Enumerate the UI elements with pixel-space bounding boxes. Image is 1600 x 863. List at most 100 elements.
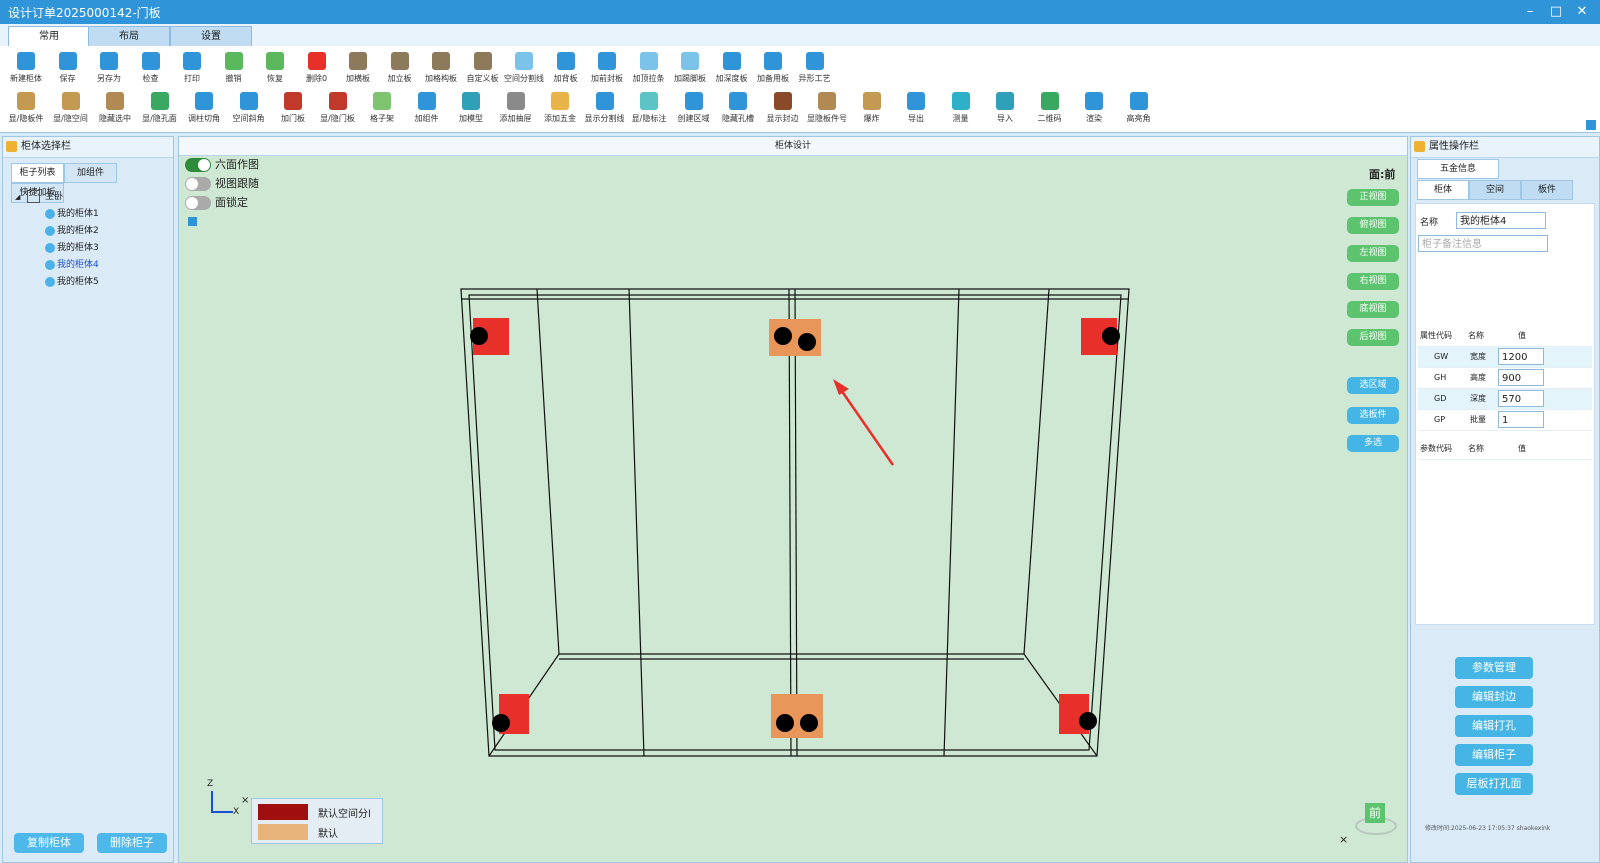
view-tool-button[interactable]: 加组件 [405,88,449,128]
view-tool-button[interactable]: 调柱切角 [182,88,226,128]
view-tool-button[interactable]: 测量 [939,88,983,128]
cabinet-name-field[interactable]: 我的柜体4 [1456,212,1546,229]
tool-label: 新建柜体 [10,74,42,83]
view-tool-button[interactable]: 加模型 [449,88,493,128]
width-field[interactable]: 1200 [1498,348,1544,365]
legend-swatch [258,804,308,820]
view-tool-icon [239,92,258,110]
view-tool-button[interactable]: 爆炸 [850,88,894,128]
view-tool-button[interactable]: 空间斜角 [227,88,271,128]
view-tool-button[interactable]: 显/隐标注 [627,88,671,128]
cabinet-wireframe[interactable] [179,137,1407,862]
ribbon-tool-button[interactable]: 恢复 [253,48,297,88]
maximize-button[interactable]: □ [1544,2,1568,22]
tab-layout[interactable]: 布局 [88,26,170,47]
tab-settings[interactable]: 设置 [170,26,252,47]
view-tool-button[interactable]: 显示封边 [761,88,805,128]
tab-board[interactable]: 板件 [1521,180,1573,200]
tab-space[interactable]: 空间 [1469,180,1521,200]
view-tool-button[interactable]: 添加抽屉 [494,88,538,128]
view-compass[interactable]: 前 [1355,799,1397,835]
tree-item-cabinet[interactable]: 我的柜体2 [15,223,165,240]
view-tool-button[interactable]: 显/隐孔面 [138,88,182,128]
ribbon-tool-button[interactable]: 删除0 [295,48,339,88]
minimize-button[interactable]: – [1518,2,1542,22]
view-tool-button[interactable]: 显示分割线 [583,88,627,128]
table-row[interactable]: GH 高度 900 [1418,368,1592,389]
ribbon-tool-button[interactable]: 保存 [46,48,90,88]
view-tool-button[interactable]: 加门板 [271,88,315,128]
tree-item-cabinet[interactable]: 我的柜体1 [15,206,165,223]
ribbon-tool-button[interactable]: 加顶拉条 [627,48,671,88]
shelf-drill-face-button[interactable]: 层板打孔面 [1455,773,1533,795]
table-row[interactable]: GP 批量 1 [1418,410,1592,431]
edit-cabinet-button[interactable]: 编辑柜子 [1455,744,1533,766]
tree-item-cabinet-selected[interactable]: 我的柜体4 [15,257,165,274]
ribbon-tool-button[interactable]: 加格构板 [419,48,463,88]
param-manage-button[interactable]: 参数管理 [1455,657,1533,679]
close-button[interactable]: ✕ [1570,2,1594,22]
close-icon[interactable]: × [241,795,249,806]
depth-field[interactable]: 570 [1498,390,1544,407]
subtab-add-component[interactable]: 加组件 [64,163,117,183]
view-tool-icon [150,92,169,110]
layout-grid-icon[interactable] [1586,120,1596,130]
view-tool-button[interactable]: 创建区域 [672,88,716,128]
edit-edge-button[interactable]: 编辑封边 [1455,686,1533,708]
ribbon-tool-button[interactable]: 自定义板 [461,48,505,88]
ribbon-tool-button[interactable]: 另存为 [87,48,131,88]
delete-cabinet-button[interactable]: 删除柜子 [97,833,167,853]
view-tool-button[interactable]: 格子架 [360,88,404,128]
view-tool-button[interactable]: 二维码 [1028,88,1072,128]
compass-face[interactable]: 前 [1365,803,1385,823]
edit-drill-button[interactable]: 编辑打孔 [1455,715,1533,737]
tab-cabinet[interactable]: 柜体 [1417,180,1469,200]
ribbon-tool-button[interactable]: 加立板 [378,48,422,88]
ribbon-tool-button[interactable]: 加横板 [336,48,380,88]
view-tool-button[interactable]: 显/隐空间 [49,88,93,128]
copy-cabinet-button[interactable]: 复制柜体 [14,833,84,853]
ribbon-tool-button[interactable]: 加背板 [544,48,588,88]
ribbon-tool-button[interactable]: 新建柜体 [4,48,48,88]
table-row[interactable]: GW 宽度 1200 [1418,347,1592,368]
view-tool-button[interactable]: 导入 [983,88,1027,128]
attribute-table: 属性代码 名称 值 GW 宽度 1200 GH 高度 900 GD 深度 570… [1418,326,1592,460]
close-icon[interactable]: × [1339,833,1348,846]
name-label: 名称 [1420,218,1439,228]
ribbon-tool-button[interactable]: 空间分割线 [502,48,546,88]
table-row[interactable]: GD 深度 570 [1418,389,1592,410]
tree-item-cabinet[interactable]: 我的柜体3 [15,240,165,257]
tool-label: 导入 [997,114,1013,123]
ribbon-tool-button[interactable]: 加踢脚板 [668,48,712,88]
tool-label: 另存为 [97,74,121,83]
ribbon-tool-button[interactable]: 检查 [129,48,173,88]
view-tool-button[interactable]: 隐藏孔槽 [716,88,760,128]
ribbon-tool-button[interactable]: 打印 [170,48,214,88]
view-tool-button[interactable]: 显/隐门板 [316,88,360,128]
cabinet-icon [45,242,55,253]
tab-hardware-info[interactable]: 五金信息 [1417,159,1499,179]
subtab-cabinet-list[interactable]: 柜子列表 [11,163,64,183]
tree-root[interactable]: ◢ 主卧 [15,189,165,206]
tool-label: 加踢脚板 [674,74,706,83]
view-tool-button[interactable]: 渲染 [1072,88,1116,128]
collapse-icon[interactable]: ◢ [15,193,20,201]
tab-common[interactable]: 常用 [8,26,90,47]
height-field[interactable]: 900 [1498,369,1544,386]
ribbon-tool-button[interactable]: 加深度板 [710,48,754,88]
view-tool-button[interactable]: 导出 [894,88,938,128]
tree-item-cabinet[interactable]: 我的柜体5 [15,274,165,291]
view-tool-button[interactable]: 隐藏选中 [93,88,137,128]
batch-field[interactable]: 1 [1498,411,1544,428]
ribbon-tool-button[interactable]: 异形工艺 [793,48,837,88]
ribbon-tool-button[interactable]: 加前封板 [585,48,629,88]
view-tool-button[interactable]: 显隐板件号 [805,88,849,128]
view-tool-button[interactable]: 显/隐板件 [4,88,48,128]
ribbon-tool-icon [515,52,533,70]
ribbon-tool-button[interactable]: 撤销 [212,48,256,88]
note-field[interactable]: 柜子备注信息 [1418,235,1548,252]
view-tool-button[interactable]: 高亮角 [1117,88,1161,128]
view-tool-button[interactable]: 添加五金 [538,88,582,128]
ribbon-tool-button[interactable]: 加备用板 [751,48,795,88]
view-tool-icon [106,92,124,110]
